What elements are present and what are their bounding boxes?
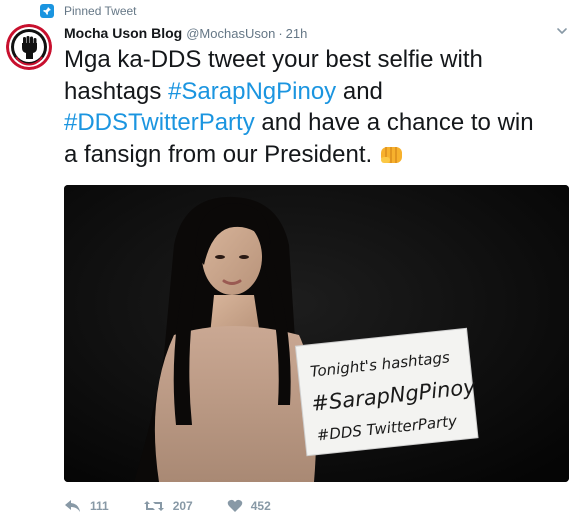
tweet-text: Mga ka-DDS tweet your best selfie with h…: [64, 44, 544, 170]
reply-count: 111: [90, 499, 109, 513]
avatar[interactable]: [6, 24, 52, 70]
tweet-header: Mocha Uson Blog @MochasUson · 21h: [64, 24, 307, 42]
oncoming-fist-emoji-icon: [378, 143, 405, 165]
author-name[interactable]: Mocha Uson Blog: [64, 25, 182, 41]
chevron-down-icon[interactable]: [556, 24, 568, 36]
heart-icon: [227, 499, 243, 513]
retweet-icon: [143, 499, 165, 513]
retweet-count: 207: [172, 499, 193, 513]
hashtag-link[interactable]: #DDSTwitterParty: [64, 109, 255, 136]
like-count: 452: [250, 499, 271, 513]
pinned-tweet-label: Pinned Tweet: [64, 4, 137, 18]
author-handle[interactable]: @MochasUson: [186, 26, 275, 41]
pinned-tweet-indicator: Pinned Tweet: [40, 3, 137, 19]
hashtag-link[interactable]: #SarapNgPinoy: [168, 78, 336, 105]
reply-icon: [64, 499, 82, 513]
tweet-actions: 111 207 452: [64, 498, 299, 514]
tweet-text-part: and: [336, 77, 383, 105]
tweet-photo[interactable]: Tonight's hashtags #SarapNgPinoy #DDS Tw…: [64, 185, 569, 482]
retweet-button[interactable]: 207: [143, 499, 193, 513]
like-button[interactable]: 452: [227, 499, 271, 513]
reply-button[interactable]: 111: [64, 499, 109, 513]
pin-icon: [40, 4, 54, 18]
tweet-timestamp[interactable]: 21h: [286, 26, 308, 41]
separator-dot: ·: [278, 25, 283, 41]
